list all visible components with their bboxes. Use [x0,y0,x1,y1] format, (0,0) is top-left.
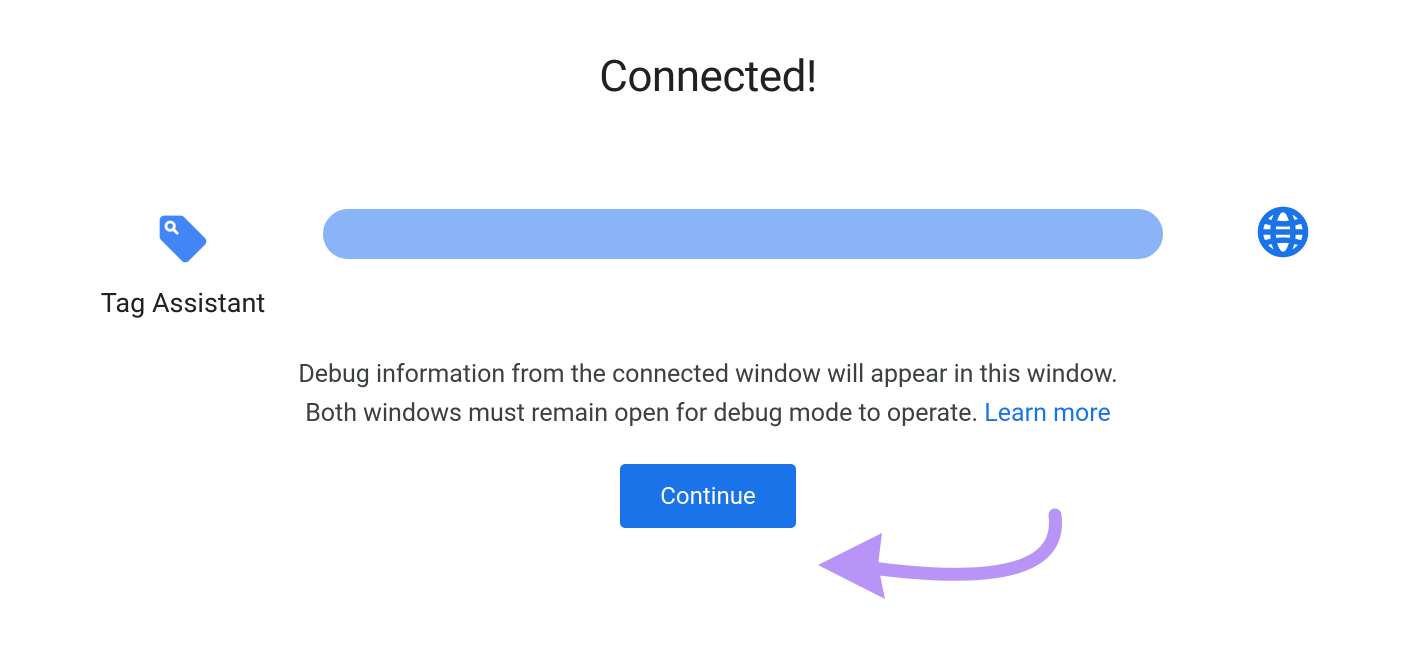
info-line-1: Debug information from the connected win… [298,360,1117,389]
info-line-2: Both windows must remain open for debug … [305,399,984,428]
connection-progress-bar [323,209,1163,259]
connection-row: Tag Assistant [0,202,1416,326]
tag-assistant-block: Tag Assistant [73,209,293,319]
globe-icon [1253,202,1313,266]
annotation-arrow-icon [810,505,1090,625]
globe-block [1223,202,1343,266]
learn-more-link[interactable]: Learn more [984,399,1110,428]
info-text: Debug information from the connected win… [0,356,1416,434]
page-title: Connected! [0,50,1416,102]
tag-assistant-icon [153,209,213,269]
continue-button[interactable]: Continue [620,464,795,528]
tag-assistant-label: Tag Assistant [101,287,265,319]
